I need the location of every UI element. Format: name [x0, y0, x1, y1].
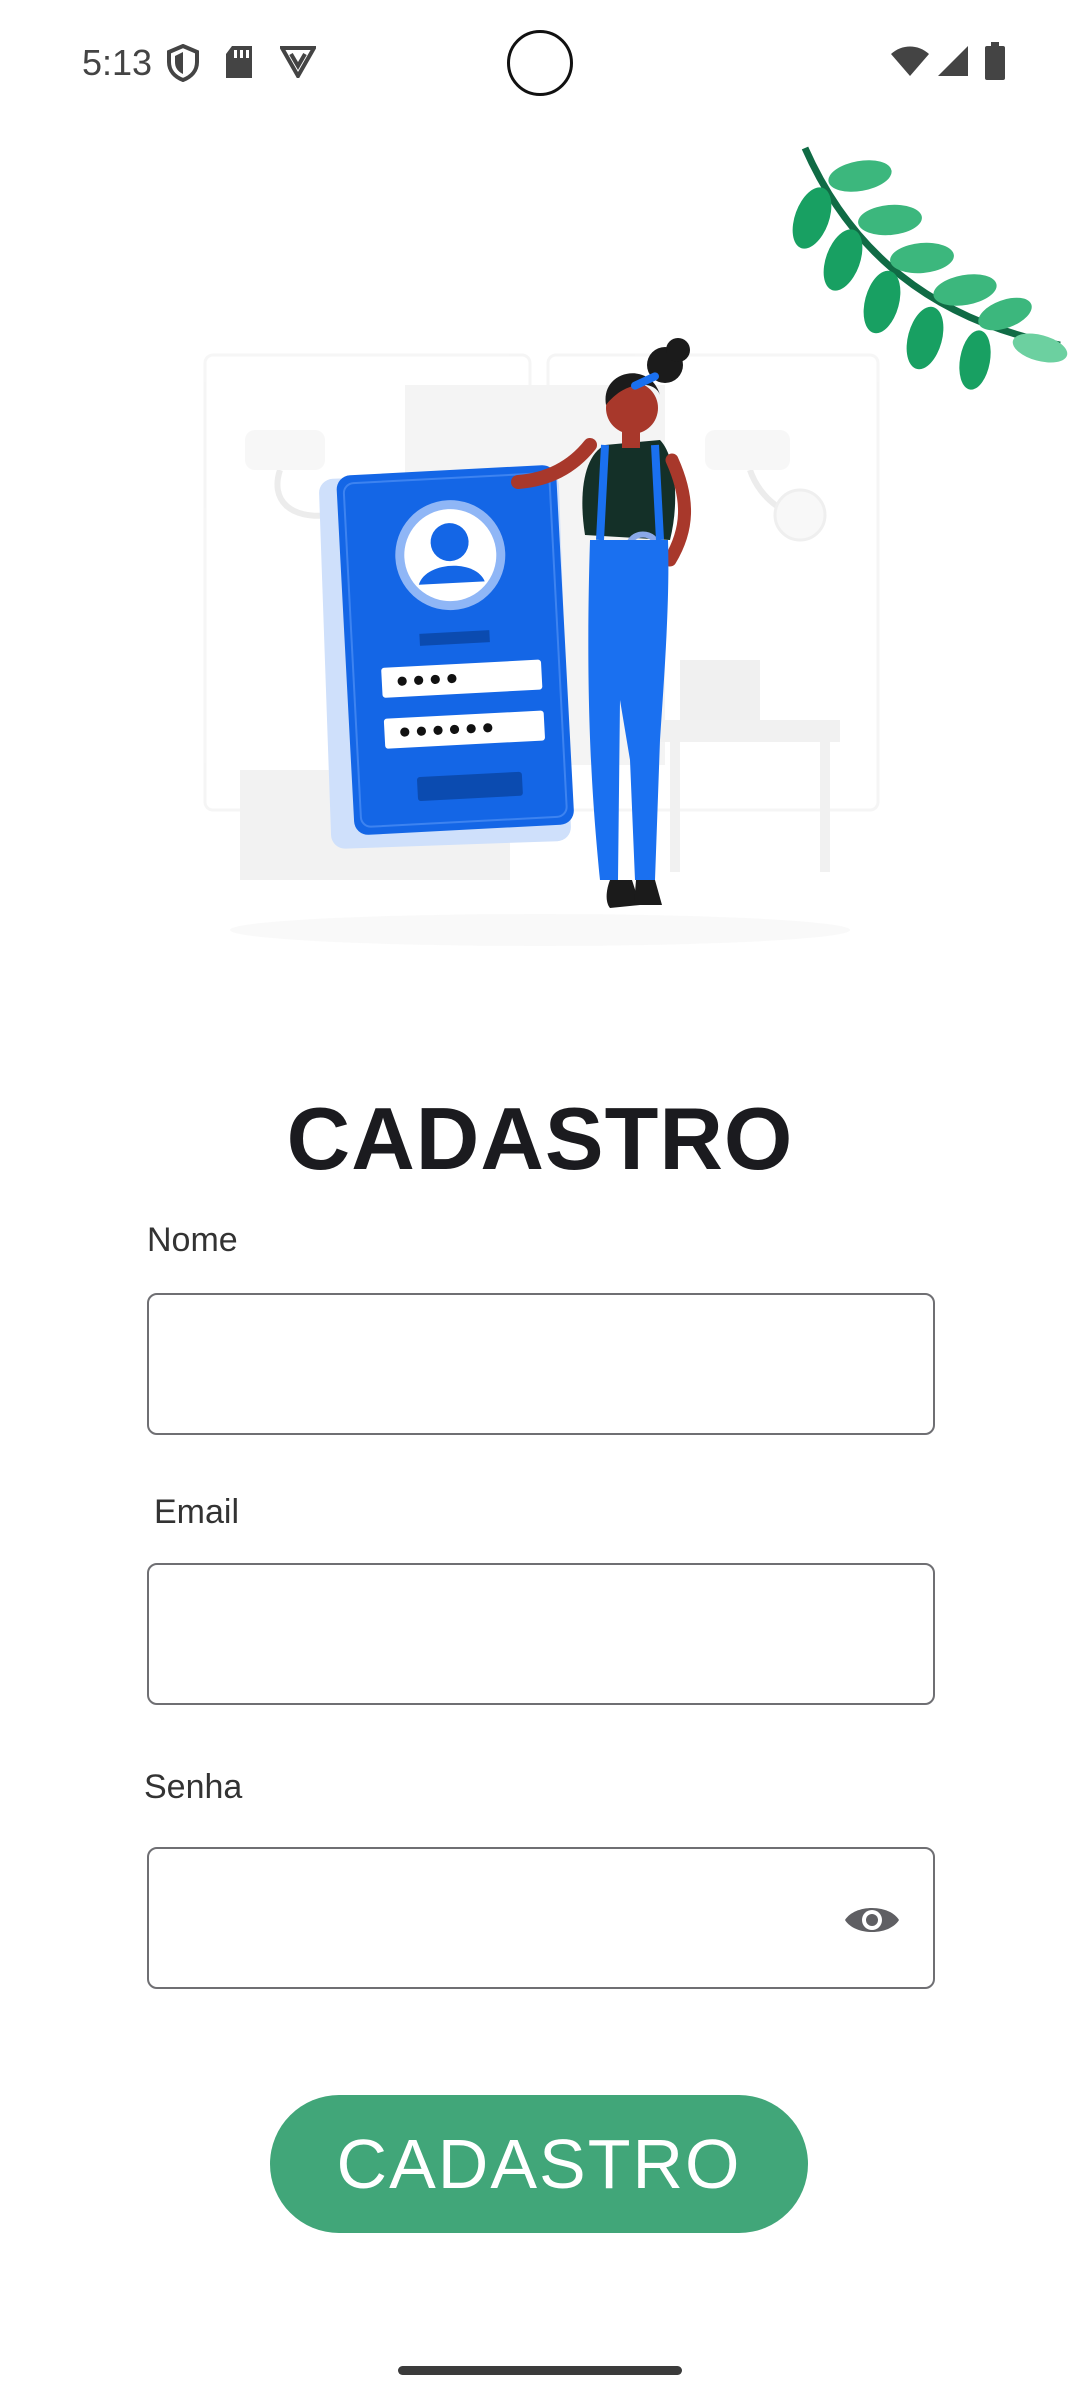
name-input[interactable]	[149, 1295, 933, 1433]
email-input[interactable]	[149, 1565, 933, 1703]
status-bar: 5:13	[0, 0, 1080, 130]
wifi-icon	[890, 46, 930, 83]
eye-icon[interactable]	[841, 1893, 903, 1947]
shield-icon	[166, 43, 200, 87]
password-field[interactable]	[147, 1847, 935, 1989]
signal-icon	[936, 44, 970, 83]
screen-field-2: ••••••	[396, 714, 497, 749]
password-label: Senha	[144, 1768, 243, 1806]
register-button[interactable]: CADASTRO	[270, 2095, 808, 2233]
vpn-icon	[278, 44, 318, 83]
camera-cutout	[507, 30, 573, 96]
email-label: Email	[154, 1493, 240, 1531]
name-field[interactable]	[147, 1293, 935, 1435]
screen-field-1: ••••	[393, 665, 461, 698]
status-time: 5:13	[82, 42, 153, 83]
phone-illustration: •••• ••••••	[336, 465, 574, 835]
email-field[interactable]	[147, 1563, 935, 1705]
page-title: CADASTRO	[286, 1089, 794, 1188]
home-indicator[interactable]	[398, 2366, 682, 2375]
sd-card-icon	[224, 44, 254, 85]
battery-icon	[984, 42, 1006, 85]
signup-illustration: •••• ••••••	[0, 130, 1080, 960]
password-input[interactable]	[149, 1849, 933, 1987]
name-label: Nome	[147, 1221, 238, 1259]
